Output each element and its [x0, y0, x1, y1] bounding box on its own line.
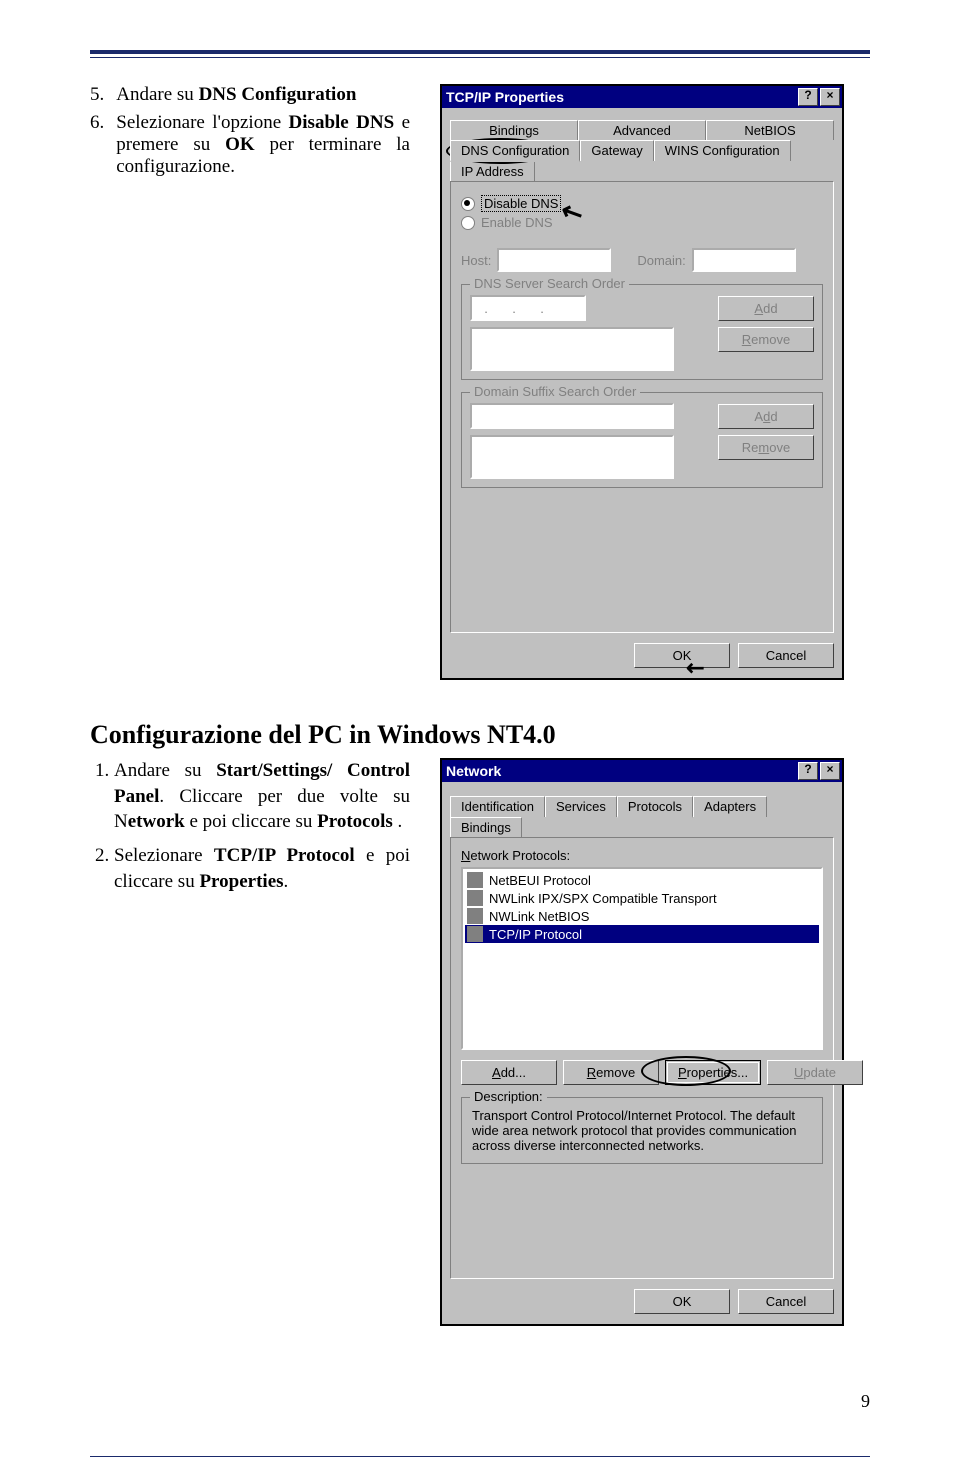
protocol-icon: [467, 908, 483, 924]
radio-disable-dns[interactable]: Disable DNS ↖: [461, 195, 823, 212]
tab-adapters[interactable]: Adapters: [693, 796, 767, 817]
tab-protocols[interactable]: Protocols: [617, 796, 693, 818]
tab-gateway[interactable]: Gateway: [580, 140, 653, 161]
help-icon[interactable]: ?: [798, 762, 818, 780]
add-button[interactable]: Add...: [461, 1060, 557, 1085]
domain-input[interactable]: [692, 248, 796, 272]
page-number: 9: [861, 1391, 870, 1412]
protocol-listbox[interactable]: NetBEUI Protocol NWLink IPX/SPX Compatib…: [461, 867, 823, 1050]
tab-netbios[interactable]: NetBIOS: [706, 120, 834, 140]
host-input[interactable]: [497, 248, 611, 272]
tab-ip-address[interactable]: IP Address: [450, 161, 535, 181]
header-rule: [90, 50, 870, 58]
description-text: Transport Control Protocol/Internet Prot…: [472, 1108, 796, 1153]
add-button[interactable]: Add: [718, 404, 814, 429]
network-dialog: Network ? × Identification Services Prot…: [440, 758, 844, 1326]
remove-button[interactable]: Remove: [718, 327, 814, 352]
protocol-icon: [467, 872, 483, 888]
step-number: 6.: [90, 112, 104, 178]
window-title: TCP/IP Properties: [446, 89, 564, 105]
remove-button[interactable]: Remove: [718, 435, 814, 460]
step-text: Selezionare TCP/IP Protocol e poi clicca…: [114, 843, 410, 894]
tab-identification[interactable]: Identification: [450, 796, 545, 817]
list-item[interactable]: NWLink IPX/SPX Compatible Transport: [465, 889, 819, 907]
close-icon[interactable]: ×: [820, 88, 840, 106]
suffix-input[interactable]: [470, 403, 674, 429]
tab-bindings[interactable]: Bindings: [450, 817, 522, 837]
ip-input[interactable]: ...: [470, 295, 586, 321]
tab-services[interactable]: Services: [545, 796, 617, 817]
group-label: Domain Suffix Search Order: [470, 384, 640, 399]
titlebar[interactable]: TCP/IP Properties ? ×: [442, 86, 842, 108]
label: Description:: [470, 1089, 547, 1104]
protocol-icon: [467, 926, 483, 942]
label: Domain:: [637, 253, 685, 268]
list-item[interactable]: NWLink NetBIOS: [465, 907, 819, 925]
annotation-circle: [641, 1056, 731, 1086]
window-title: Network: [446, 763, 501, 779]
close-icon[interactable]: ×: [820, 762, 840, 780]
section-heading: Configurazione del PC in Windows NT4.0: [90, 720, 870, 750]
list-item[interactable]: NetBEUI Protocol: [465, 871, 819, 889]
radio-label: Enable DNS: [481, 215, 553, 230]
add-button[interactable]: AAdddd: [718, 296, 814, 321]
label: Network Protocols:: [461, 848, 823, 863]
group-label: DNS Server Search Order: [470, 276, 629, 291]
step-text: Andare su Start/Settings/ Control Panel.…: [114, 758, 410, 835]
step-text: Andare su DNS Configuration: [116, 84, 356, 106]
tab-dns-configuration[interactable]: DNS Configuration: [450, 140, 580, 162]
radio-dot-icon: [461, 216, 475, 230]
tab-advanced[interactable]: Advanced: [578, 120, 706, 140]
update-button[interactable]: Update: [767, 1060, 863, 1085]
list-item[interactable]: TCP/IP Protocol: [465, 925, 819, 943]
titlebar[interactable]: Network ? ×: [442, 760, 842, 782]
tab-wins-configuration[interactable]: WINS Configuration: [654, 140, 791, 161]
description-box: Description: Transport Control Protocol/…: [461, 1097, 823, 1164]
tcpip-properties-dialog: TCP/IP Properties ? × Bindings Advanced …: [440, 84, 844, 680]
step-number: 5.: [90, 84, 104, 106]
dns-list[interactable]: [470, 327, 674, 371]
radio-label: Disable DNS: [481, 195, 561, 212]
tab-bindings[interactable]: Bindings: [450, 120, 578, 140]
label: Host:: [461, 253, 491, 268]
radio-dot-icon: [461, 197, 475, 211]
step-text: Selezionare l'opzione Disable DNS e prem…: [116, 112, 410, 178]
cancel-button[interactable]: Cancel: [738, 643, 834, 668]
protocol-icon: [467, 890, 483, 906]
help-icon[interactable]: ?: [798, 88, 818, 106]
ok-button[interactable]: OK: [634, 1289, 730, 1314]
radio-enable-dns[interactable]: Enable DNS: [461, 215, 823, 230]
suffix-list[interactable]: [470, 435, 674, 479]
cancel-button[interactable]: Cancel: [738, 1289, 834, 1314]
